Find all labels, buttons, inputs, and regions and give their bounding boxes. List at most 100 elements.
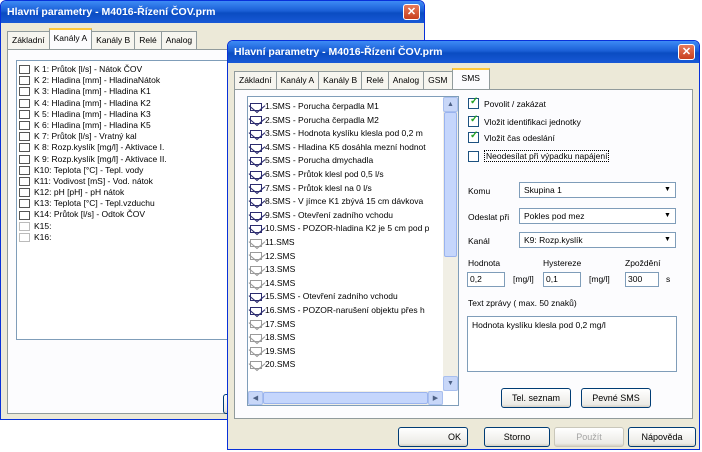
list-item[interactable]: 13.SMS [248, 263, 443, 277]
list-item-label: K15: [34, 220, 52, 231]
list-item[interactable]: 15.SMS - Otevření zadního vchodu [248, 290, 443, 304]
close-icon[interactable]: ✕ [403, 4, 420, 20]
list-item[interactable]: 9.SMS - Otevření zadního vchodu [248, 209, 443, 223]
channel-icon [19, 199, 30, 209]
list-item[interactable]: 8.SMS - V jímce K1 zbývá 15 cm dávkova [248, 195, 443, 209]
list-item[interactable]: 2.SMS - Porucha čerpadla M2 [248, 114, 443, 128]
storno-button[interactable]: Storno [484, 427, 550, 447]
vlozit-id-box[interactable] [468, 114, 479, 127]
hscroll-thumb[interactable] [263, 392, 428, 404]
envelope-icon [250, 225, 262, 234]
hystereze-input[interactable]: 0,1 [543, 272, 581, 287]
back-tabs: Základní Kanály A Kanály B Relé Analog [7, 28, 198, 49]
list-item[interactable]: 5.SMS - Porucha dmychadla [248, 154, 443, 168]
scroll-left-icon[interactable]: ◀ [248, 391, 263, 405]
kanal-select[interactable]: K9: Rozp.kyslík ▼ [519, 232, 676, 248]
list-item-label: K 4: Hladina [mm] - Hladina K2 [34, 97, 151, 108]
list-item[interactable]: 3.SMS - Hodnota kyslíku klesla pod 0,2 m [248, 127, 443, 141]
close-icon[interactable]: ✕ [678, 44, 695, 60]
tab-sms[interactable]: SMS [451, 68, 490, 89]
tab-analog[interactable]: Analog [387, 71, 425, 89]
pevne-sms-button[interactable]: Pevné SMS [581, 388, 651, 408]
list-item[interactable]: 19.SMS [248, 345, 443, 359]
komu-select[interactable]: Skupina 1 ▼ [519, 182, 676, 198]
envelope-icon [250, 129, 262, 138]
sms-list[interactable]: 1.SMS - Porucha čerpadla M1 2.SMS - Poruc… [247, 96, 459, 406]
list-item-label: 12.SMS [265, 250, 296, 261]
list-item[interactable]: 7.SMS - Průtok klesl na 0 l/s [248, 182, 443, 196]
tab-kanaly-a[interactable]: Kanály A [48, 28, 93, 49]
scroll-up-icon[interactable]: ▲ [443, 97, 458, 112]
list-item-label: 20.SMS [265, 359, 296, 370]
zpozdeni-unit: s [666, 274, 671, 284]
channel-icon [19, 109, 30, 119]
envelope-icon [250, 184, 262, 193]
list-item-label: K 9: Rozp.kyslík [mg/l] - Aktivace II. [34, 153, 167, 164]
envelope-icon [250, 293, 262, 302]
vlozit-id-checkbox[interactable]: Vložit identifikaci jednotky [468, 114, 581, 127]
tab-rele[interactable]: Relé [361, 71, 389, 89]
tab-gsm[interactable]: GSM [423, 71, 453, 89]
list-item[interactable]: 16.SMS - POZOR-narušení objektu přes h [248, 304, 443, 318]
scroll-thumb[interactable] [444, 112, 457, 257]
list-item-label: 15.SMS - Otevření zadního vchodu [265, 291, 398, 302]
list-item[interactable]: 11.SMS [248, 236, 443, 250]
chevron-down-icon[interactable]: ▼ [660, 209, 675, 223]
list-item-label: 17.SMS [265, 318, 296, 329]
tel-seznam-button[interactable]: Tel. seznam [501, 388, 571, 408]
tab-rele[interactable]: Relé [134, 31, 162, 49]
chevron-down-icon[interactable]: ▼ [660, 233, 675, 247]
ok-button[interactable]: OK [398, 427, 468, 447]
sms-list-vscroll[interactable]: ▲ ▼ [443, 97, 458, 391]
scroll-down-icon[interactable]: ▼ [443, 376, 458, 391]
list-item[interactable]: 17.SMS [248, 318, 443, 332]
list-item[interactable]: 12.SMS [248, 250, 443, 264]
list-item[interactable]: 18.SMS [248, 331, 443, 345]
komu-label: Komu [468, 186, 491, 196]
komu-value: Skupina 1 [524, 185, 562, 195]
neodesilat-box[interactable] [468, 150, 479, 162]
tab-zakladni[interactable]: Základní [7, 31, 50, 49]
channel-icon [19, 121, 30, 131]
zpozdeni-input[interactable]: 300 [625, 272, 659, 287]
neodesilat-checkbox[interactable]: Neodesílat při výpadku napájení [468, 150, 610, 162]
text-zpravy-value: Hodnota kyslíku klesla pod 0,2 mg/l [472, 320, 606, 330]
list-item-label: K 3: Hladina [mm] - Hladina K1 [34, 86, 151, 97]
list-item[interactable]: 1.SMS - Porucha čerpadla M1 [248, 100, 443, 114]
channel-icon [19, 65, 30, 75]
sms-list-hscroll[interactable]: ◀ ▶ [248, 391, 443, 405]
list-item-label: 2.SMS - Porucha čerpadla M2 [265, 114, 379, 125]
list-item-label: 10.SMS - POZOR-hladina K2 je 5 cm pod p [265, 223, 430, 234]
front-window: Hlavní parametry - M4016-Řízení ČOV.prm … [227, 40, 700, 450]
list-item-label: K14: Průtok [l/s] - Odtok ČOV [34, 209, 146, 220]
vlozit-cas-box[interactable] [468, 130, 479, 143]
list-item-label: 18.SMS [265, 332, 296, 343]
list-item[interactable]: 14.SMS [248, 277, 443, 291]
envelope-icon [250, 197, 262, 206]
odeslat-select[interactable]: Pokles pod mez ▼ [519, 208, 676, 224]
chevron-down-icon[interactable]: ▼ [660, 183, 675, 197]
napoveda-button[interactable]: Nápověda [628, 427, 696, 447]
tab-kanaly-b[interactable]: Kanály B [91, 31, 136, 49]
envelope-icon [250, 361, 262, 370]
scroll-right-icon[interactable]: ▶ [428, 391, 443, 405]
pouzit-button[interactable]: Použít [554, 427, 624, 447]
tab-kanaly-b[interactable]: Kanály B [318, 71, 363, 89]
hodnota-input[interactable]: 0,2 [467, 272, 505, 287]
povolit-box[interactable] [468, 96, 479, 109]
povolit-checkbox[interactable]: Povolit / zakázat [468, 96, 546, 109]
list-item[interactable]: 6.SMS - Průtok klesl pod 0,5 l/s [248, 168, 443, 182]
envelope-icon [250, 116, 262, 125]
list-item[interactable]: 10.SMS - POZOR-hladina K2 je 5 cm pod p [248, 222, 443, 236]
channel-icon [19, 165, 30, 175]
envelope-icon [250, 320, 262, 329]
tab-analog[interactable]: Analog [160, 31, 198, 49]
list-item[interactable]: 20.SMS [248, 358, 443, 372]
list-item[interactable]: 4.SMS - Hladina K5 dosáhla mezní hodnot [248, 141, 443, 155]
list-item-label: K12: pH [pH] - pH nátok [34, 187, 125, 198]
tab-zakladni[interactable]: Základní [234, 71, 277, 89]
vlozit-cas-checkbox[interactable]: Vložit čas odeslání [468, 130, 555, 143]
tab-kanaly-a[interactable]: Kanály A [275, 71, 320, 89]
envelope-icon [250, 265, 262, 274]
text-zpravy-input[interactable]: Hodnota kyslíku klesla pod 0,2 mg/l [467, 316, 677, 372]
